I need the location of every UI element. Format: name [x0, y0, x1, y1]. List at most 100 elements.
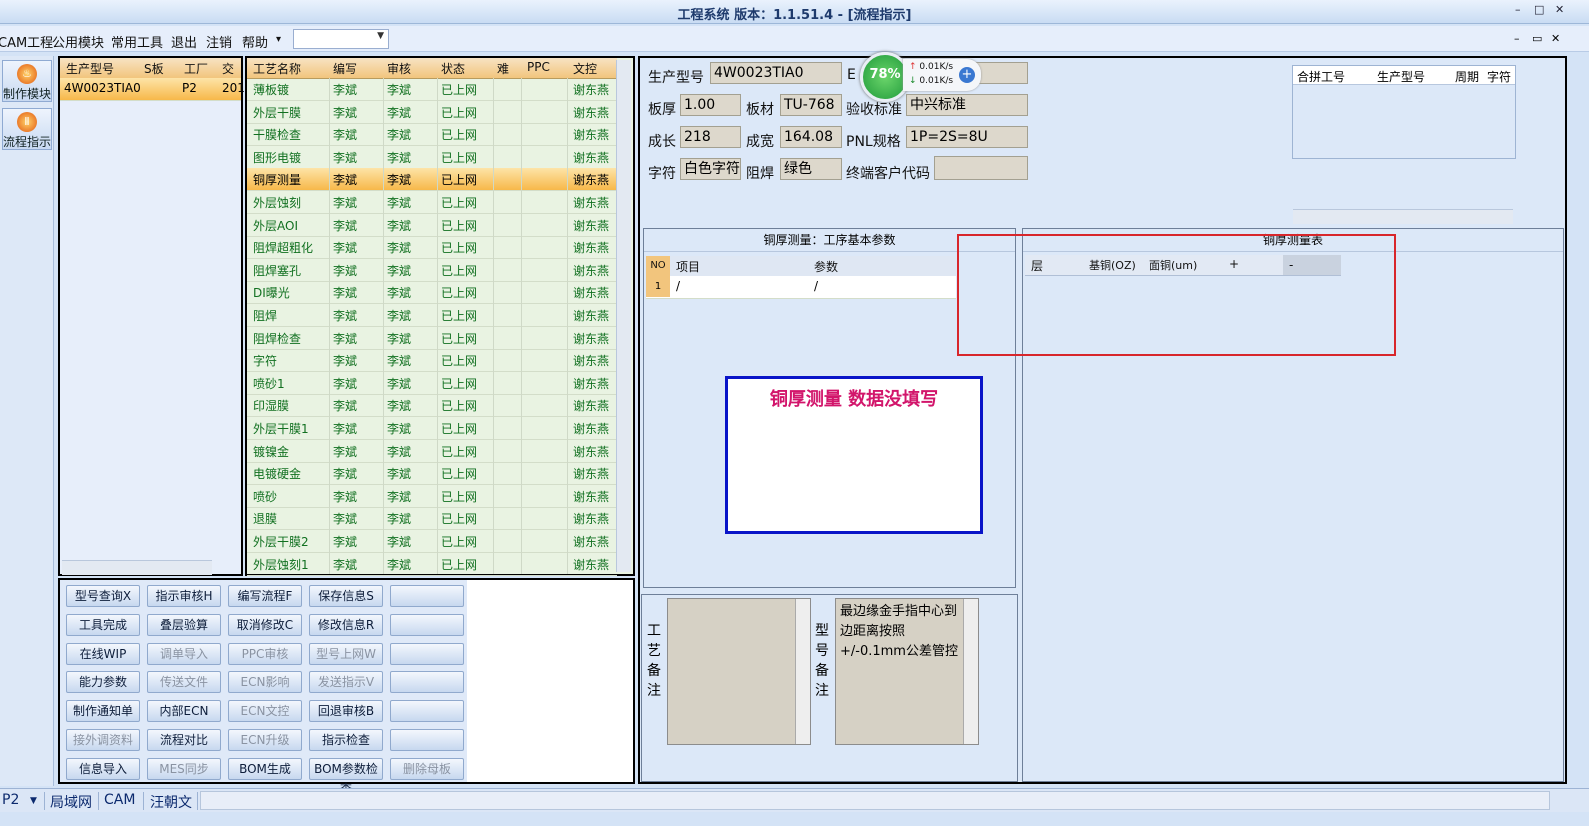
field-solder[interactable]: 绿色 [780, 158, 842, 180]
action-button[interactable]: 回退审核B [309, 700, 383, 723]
plus-icon[interactable]: + [959, 67, 975, 83]
status-factory-combo[interactable]: P2 [2, 792, 19, 808]
mdi-restore-icon[interactable]: ▭ [1532, 32, 1542, 45]
action-button[interactable] [390, 700, 464, 723]
col-model[interactable]: 生产型号 [66, 60, 114, 77]
menu-tools[interactable]: 常用工具 [111, 32, 163, 51]
toolbar-combo[interactable]: ▼ [293, 29, 389, 49]
vertical-scrollbar[interactable] [616, 60, 631, 572]
action-button[interactable] [390, 642, 464, 665]
menu-help[interactable]: 帮助 [242, 32, 268, 51]
col-reviewer[interactable]: 审核 [387, 60, 411, 77]
col-s-board[interactable]: S板 [144, 60, 164, 77]
field-customer-code[interactable] [934, 156, 1028, 180]
action-button[interactable]: 信息导入 [66, 757, 140, 780]
action-button[interactable]: 保存信息S [309, 585, 383, 607]
table-row[interactable]: 1 / / [646, 276, 956, 299]
table-row[interactable]: DI曝光 李斌 李斌 已上网 谢东燕 [247, 281, 617, 305]
action-button[interactable]: 指示检查 [309, 729, 383, 751]
menu-logout[interactable]: 注销 [206, 32, 232, 51]
col-author[interactable]: 编写 [333, 60, 357, 77]
action-button[interactable]: 发送指示V [309, 671, 383, 694]
action-button[interactable]: ECN文控 [228, 700, 302, 723]
table-row[interactable]: 干膜检查 李斌 李斌 已上网 谢东燕 [247, 123, 617, 147]
field-length[interactable]: 218 [680, 126, 741, 148]
table-row[interactable]: 字符 李斌 李斌 已上网 谢东燕 [247, 349, 617, 373]
action-button[interactable]: 叠层验算 [147, 613, 221, 636]
action-button[interactable]: 删除母板 [390, 757, 464, 780]
action-button[interactable]: MES同步 [147, 757, 221, 780]
table-row[interactable]: 退膜 李斌 李斌 已上网 谢东燕 [247, 507, 617, 531]
action-button[interactable]: 取消修改C [228, 613, 302, 636]
action-button[interactable]: 传送文件 [147, 671, 221, 694]
action-button[interactable]: 调单导入 [147, 642, 221, 665]
process-remarks-input[interactable] [667, 598, 811, 745]
col-ppc[interactable]: PPC [527, 60, 550, 74]
minimize-icon[interactable]: – [1515, 3, 1521, 16]
col-jiao[interactable]: 交 [222, 60, 234, 77]
table-row[interactable]: 外层干膜 李斌 李斌 已上网 谢东燕 [247, 101, 617, 124]
help-dropdown-icon[interactable]: ▾ [276, 34, 281, 45]
col-combine-period[interactable]: 周期 [1455, 68, 1479, 85]
table-row[interactable]: 铜厚测量 李斌 李斌 已上网 谢东燕 [247, 168, 617, 192]
col-doc-control[interactable]: 文控 [573, 60, 597, 77]
field-pnl[interactable]: 1P=2S=8U [906, 126, 1028, 148]
action-button[interactable]: 在线WIP [66, 642, 140, 665]
table-row[interactable]: 喷砂 李斌 李斌 已上网 谢东燕 [247, 485, 617, 508]
col-process-name[interactable]: 工艺名称 [253, 60, 301, 77]
mdi-close-icon[interactable]: ✕ [1551, 32, 1560, 45]
col-difficulty[interactable]: 难 [497, 60, 509, 77]
col-combine-model[interactable]: 生产型号 [1377, 68, 1425, 85]
table-row[interactable]: 阻焊检查 李斌 李斌 已上网 谢东燕 [247, 327, 617, 350]
col-status[interactable]: 状态 [441, 60, 465, 77]
nav-flow-instructions[interactable]: Ⅱ 流程指示 [2, 108, 52, 150]
action-button[interactable]: 制作通知单 [66, 700, 140, 723]
action-button[interactable]: 内部ECN [147, 700, 221, 723]
vertical-scrollbar[interactable] [963, 599, 978, 744]
horizontal-scrollbar[interactable] [1293, 209, 1513, 224]
action-button[interactable]: PPC审核 [228, 642, 302, 665]
close-icon[interactable]: ✕ [1555, 3, 1564, 16]
table-row[interactable]: 外层蚀刻1 李斌 李斌 已上网 谢东燕 [247, 553, 617, 576]
action-button[interactable] [390, 671, 464, 694]
table-row[interactable]: 阻焊 李斌 李斌 已上网 谢东燕 [247, 304, 617, 327]
table-row[interactable]: 外层干膜1 李斌 李斌 已上网 谢东燕 [247, 417, 617, 440]
field-width[interactable]: 164.08 [780, 126, 842, 148]
col-factory[interactable]: 工厂 [184, 60, 208, 77]
action-button[interactable] [390, 613, 464, 636]
menu-common-modules[interactable]: 公用模块 [52, 32, 104, 51]
field-material[interactable]: TU-768 [780, 94, 842, 116]
action-button[interactable]: 型号上网W [309, 642, 383, 665]
action-button[interactable]: BOM参数检查 [309, 757, 383, 796]
table-row[interactable]: 镀镍金 李斌 李斌 已上网 谢东燕 [247, 440, 617, 463]
col-no[interactable]: NO [646, 256, 670, 276]
table-row[interactable]: 阻焊塞孔 李斌 李斌 已上网 谢东燕 [247, 259, 617, 282]
nav-production-module[interactable]: ♨ 制作模块 [2, 60, 52, 102]
table-row[interactable]: 外层AOI 李斌 李斌 已上网 谢东燕 [247, 214, 617, 237]
action-button[interactable]: 接外调资料 [66, 729, 140, 751]
action-button[interactable]: ECN影响 [228, 671, 302, 694]
field-thickness[interactable]: 1.00 [680, 94, 741, 116]
menu-cam[interactable]: CAM工程 [0, 32, 53, 51]
model-remarks-input[interactable]: 最边缘金手指中心到边距离按照+/-0.1mm公差管控 [835, 598, 979, 745]
table-row[interactable]: 图形电镀 李斌 李斌 已上网 谢东燕 [247, 146, 617, 169]
field-model[interactable]: 4W0023TIA0 [710, 62, 842, 84]
field-character[interactable]: 白色字符 [680, 158, 741, 180]
chevron-down-icon[interactable]: ▼ [30, 796, 37, 806]
col-combine-char[interactable]: 字符 [1487, 68, 1511, 85]
action-button[interactable]: 型号查询X [66, 585, 140, 607]
vertical-scrollbar[interactable] [795, 599, 810, 744]
action-button[interactable]: 编写流程F [228, 585, 302, 607]
action-button[interactable] [390, 585, 464, 607]
action-button[interactable]: BOM生成 [228, 757, 302, 780]
action-button[interactable]: 流程对比 [147, 729, 221, 751]
table-row[interactable]: 4W0023TIA0 P2 201 [60, 78, 245, 101]
action-button[interactable]: 修改信息R [309, 613, 383, 636]
action-button[interactable] [390, 729, 464, 751]
table-row[interactable]: 印湿膜 李斌 李斌 已上网 谢东燕 [247, 394, 617, 418]
table-row[interactable]: 外层蚀刻 李斌 李斌 已上网 谢东燕 [247, 191, 617, 214]
menu-exit[interactable]: 退出 [171, 32, 197, 51]
action-button[interactable]: 指示审核H [147, 585, 221, 607]
action-button[interactable]: 能力参数 [66, 671, 140, 694]
table-row[interactable]: 薄板镀 李斌 李斌 已上网 谢东燕 [247, 78, 617, 101]
